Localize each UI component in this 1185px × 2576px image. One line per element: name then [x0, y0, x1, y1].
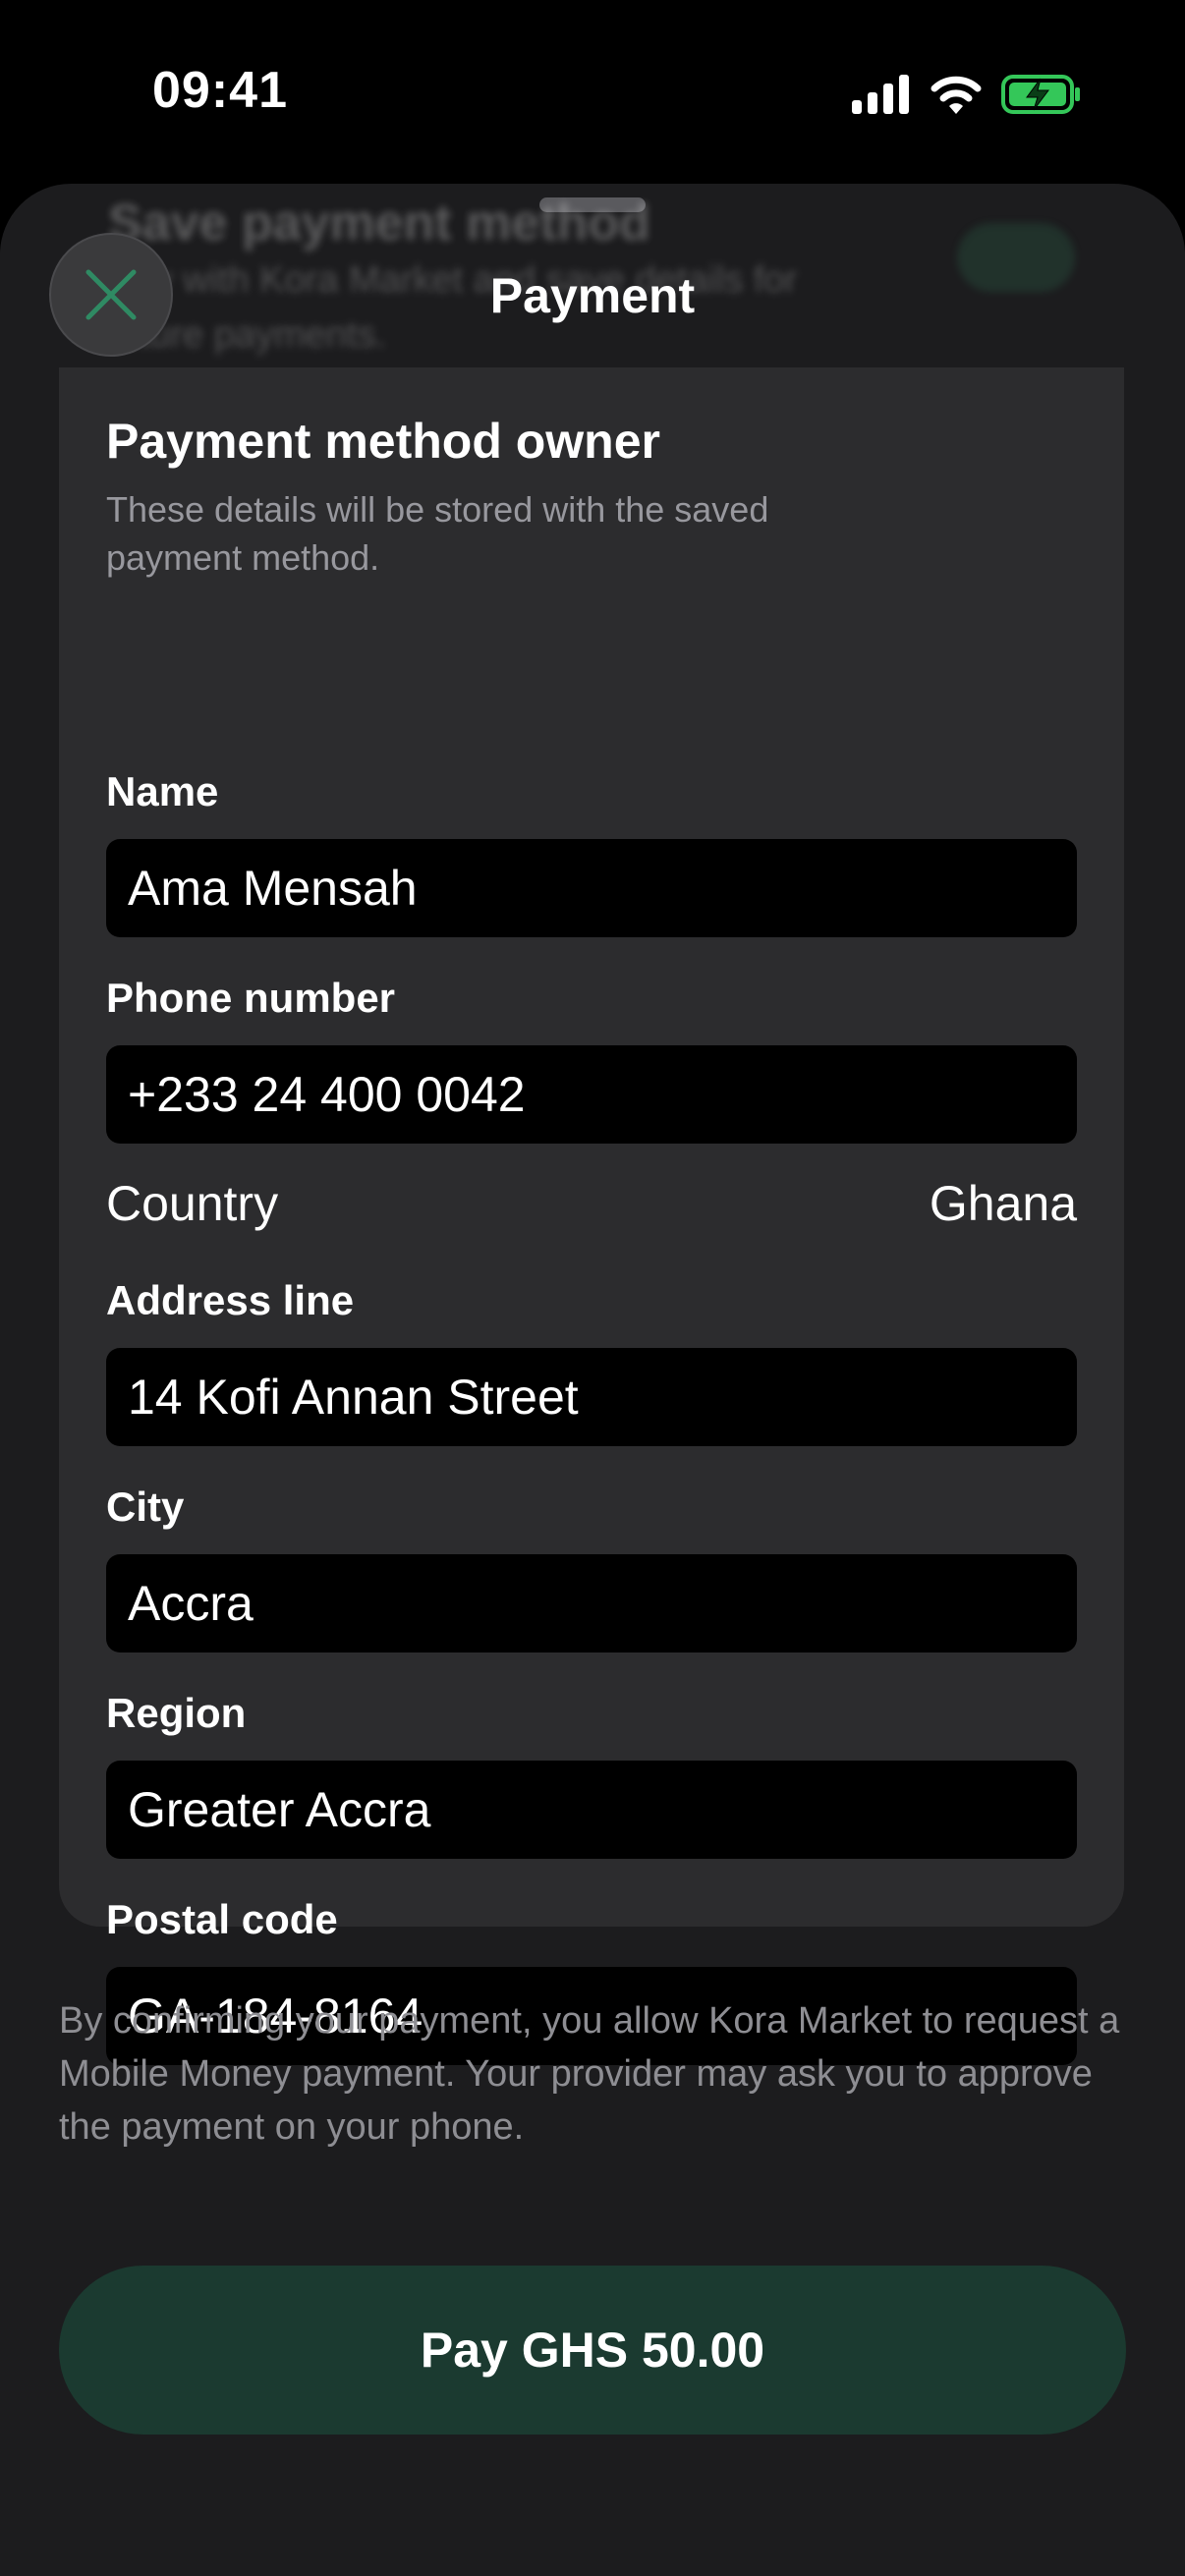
- owner-title: Payment method owner: [106, 414, 660, 469]
- sheet-title: Payment: [489, 268, 696, 323]
- address-label: Address line: [106, 1277, 355, 1323]
- postal-code-label: Postal code: [106, 1896, 338, 1942]
- country-value: Ghana: [929, 1176, 1077, 1231]
- status-bar: 09:41: [0, 0, 1185, 187]
- city-field[interactable]: Accra: [106, 1554, 1077, 1652]
- legal-disclaimer: By confirming your payment, you allow Ko…: [59, 2000, 1120, 2148]
- city-label: City: [106, 1484, 185, 1530]
- phone-label: Phone number: [106, 975, 396, 1021]
- payment-sheet: Save payment method Pay with Kora Market…: [0, 184, 1185, 2576]
- address-field[interactable]: 14 Kofi Annan Street: [106, 1348, 1077, 1446]
- wifi-icon: [931, 76, 982, 114]
- name-label: Name: [106, 768, 219, 814]
- status-icons: [852, 73, 1082, 116]
- pay-button[interactable]: Pay GHS 50.00: [59, 2266, 1126, 2435]
- country-row[interactable]: Country Ghana: [106, 1175, 1077, 1234]
- region-field[interactable]: Greater Accra: [106, 1761, 1077, 1859]
- name-field[interactable]: Ama Mensah: [106, 839, 1077, 937]
- country-label: Country: [106, 1176, 279, 1231]
- signal-icon: [852, 75, 909, 114]
- sheet-grabber[interactable]: [539, 197, 646, 212]
- status-time: 09:41: [152, 62, 288, 119]
- owner-card: Payment method owner These details will …: [59, 367, 1124, 2065]
- battery-charging-icon: [1001, 75, 1080, 114]
- region-label: Region: [106, 1690, 247, 1736]
- phone-field[interactable]: +233 24 400 0042: [106, 1045, 1077, 1144]
- owner-subtitle: These details will be stored with the sa…: [106, 489, 769, 578]
